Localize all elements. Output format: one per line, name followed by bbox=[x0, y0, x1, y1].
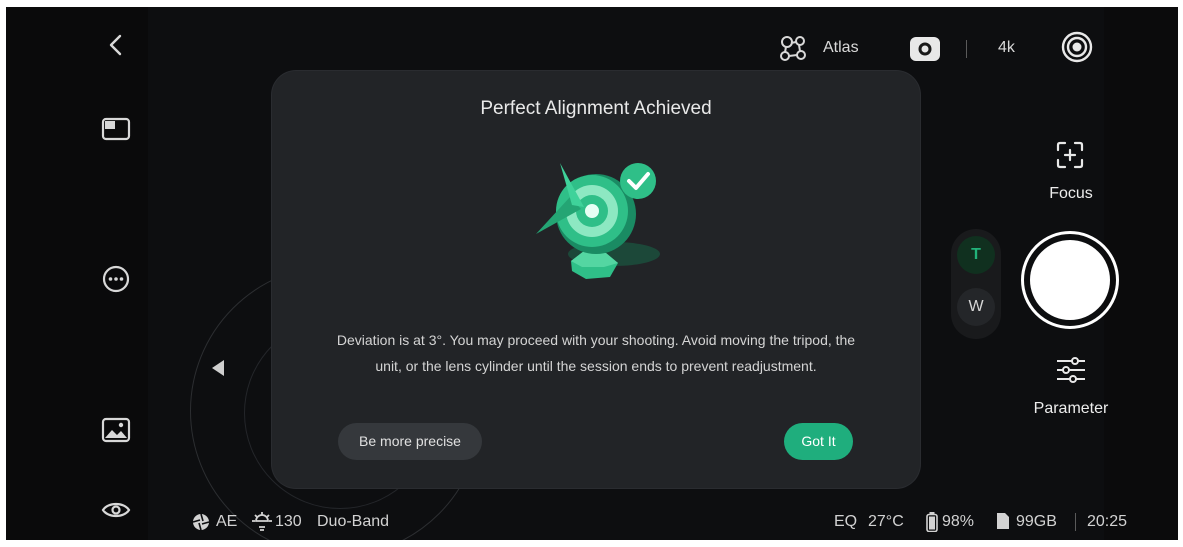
band-label[interactable]: Duo-Band bbox=[317, 513, 389, 531]
atlas-label[interactable]: Atlas bbox=[823, 39, 859, 57]
dialog-message: Deviation is at 3°. You may proceed with… bbox=[336, 332, 856, 374]
dialog-title: Perfect Alignment Achieved bbox=[480, 98, 712, 119]
gallery-icon[interactable] bbox=[101, 417, 131, 443]
brightness-icon bbox=[251, 512, 273, 532]
shutter-button[interactable] bbox=[1030, 240, 1110, 320]
ae-label[interactable]: AE bbox=[216, 513, 237, 531]
got-it-button[interactable]: Got It bbox=[784, 423, 853, 460]
topbar-separator bbox=[966, 40, 967, 58]
focus-icon[interactable] bbox=[1055, 140, 1085, 170]
zoom-wide-button[interactable]: W bbox=[957, 288, 995, 326]
brightness-value[interactable]: 130 bbox=[275, 513, 302, 531]
storage-value: 99GB bbox=[1016, 513, 1057, 530]
aperture-icon bbox=[192, 513, 210, 531]
alignment-dialog: Perfect Alignment Achieved Deviation is … bbox=[272, 71, 920, 488]
camera-screen: Atlas 4k Perfect Alignment Achieved Devi… bbox=[6, 7, 1178, 540]
network-icon[interactable] bbox=[777, 34, 809, 64]
target-success-icon bbox=[526, 159, 666, 289]
resolution-label[interactable]: 4k bbox=[998, 39, 1015, 57]
status-separator bbox=[1075, 513, 1076, 531]
parameter-icon[interactable] bbox=[1055, 356, 1087, 384]
camera-mode-icon[interactable] bbox=[909, 36, 941, 62]
clock-time: 20:25 bbox=[1087, 513, 1128, 530]
back-icon[interactable] bbox=[106, 33, 126, 57]
record-target-icon[interactable] bbox=[1061, 31, 1093, 63]
dial-arrow-left-icon[interactable] bbox=[210, 359, 226, 377]
be-more-precise-button[interactable]: Be more precise bbox=[338, 423, 482, 460]
eye-icon[interactable] bbox=[101, 499, 131, 521]
layout-icon[interactable] bbox=[101, 117, 131, 141]
temperature-value: 27°C bbox=[868, 513, 904, 530]
zoom-tele-button[interactable]: T bbox=[957, 236, 995, 274]
sd-card-icon bbox=[996, 512, 1010, 530]
parameter-label[interactable]: Parameter bbox=[1023, 400, 1119, 418]
more-icon[interactable] bbox=[102, 265, 130, 293]
eq-label: EQ bbox=[834, 513, 858, 530]
battery-value: 98% bbox=[942, 513, 975, 530]
focus-label[interactable]: Focus bbox=[1036, 185, 1106, 203]
battery-icon bbox=[926, 512, 938, 532]
